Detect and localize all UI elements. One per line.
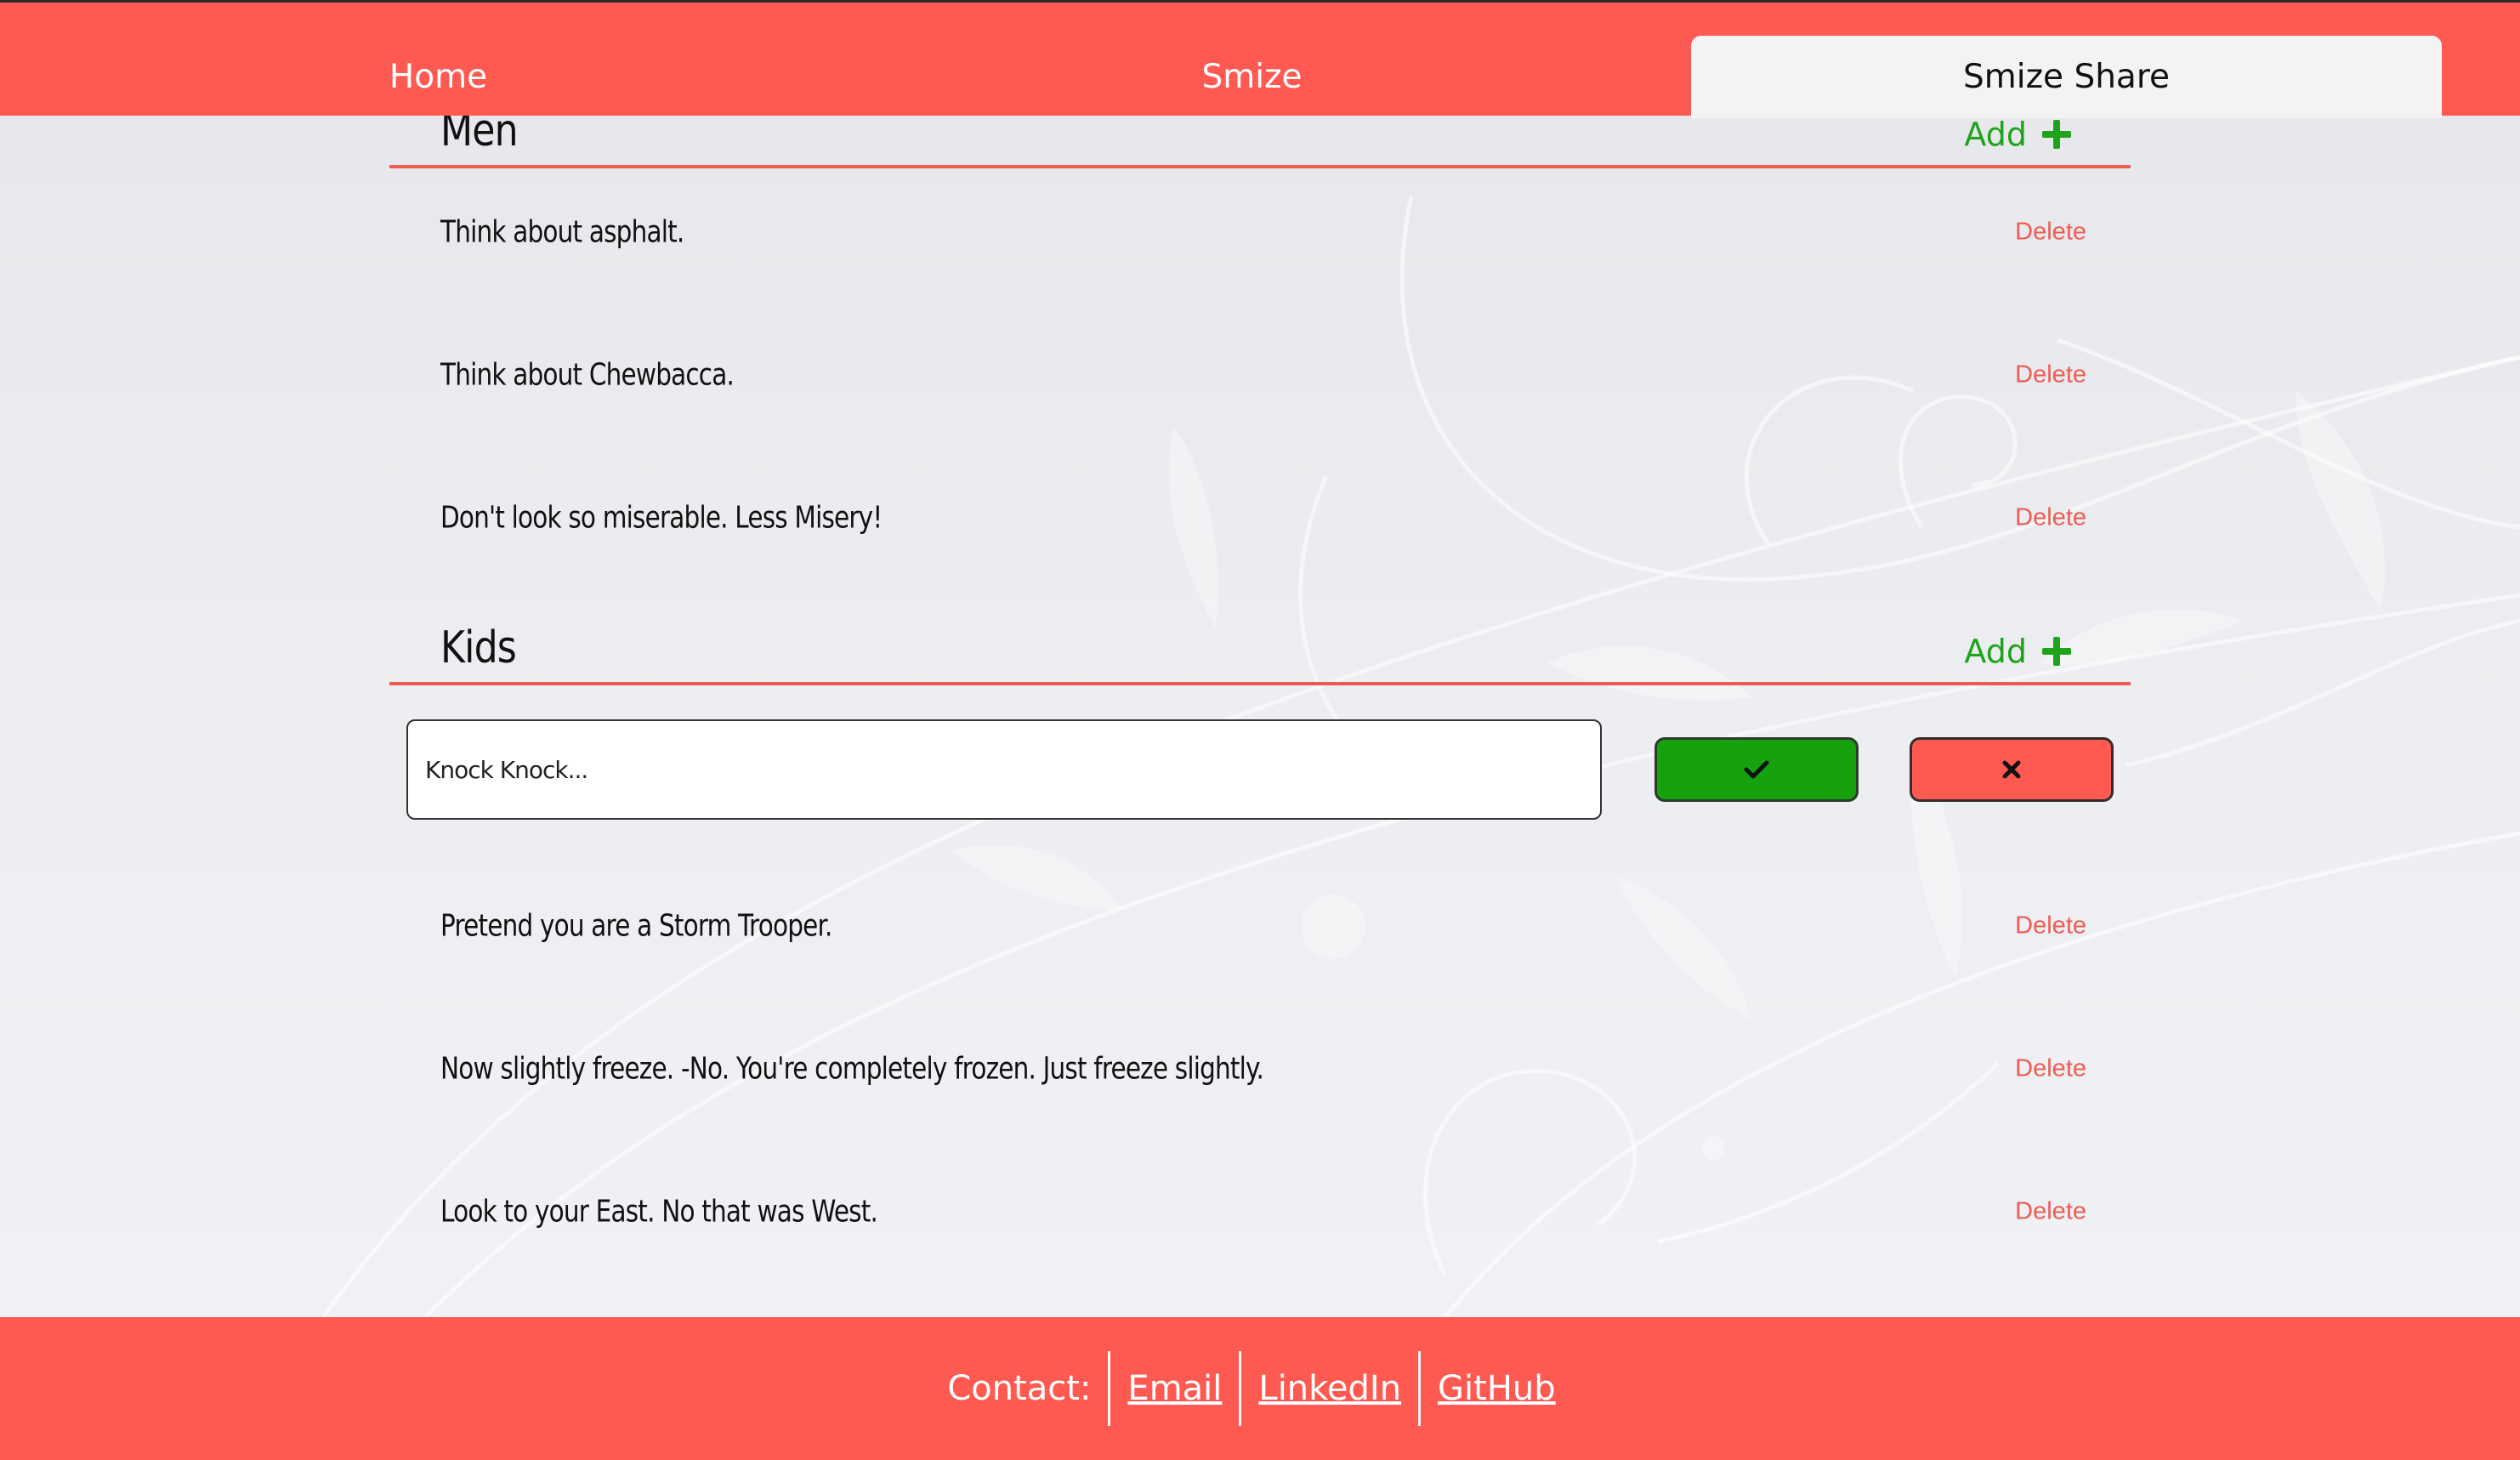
email-link[interactable]: Email: [1110, 1369, 1239, 1408]
item-text: Don't look so miserable. Less Misery!: [440, 500, 883, 536]
add-button-men[interactable]: Add: [1964, 116, 2071, 153]
footer: Contact: Email LinkedIn GitHub: [0, 1317, 2520, 1460]
add-label: Add: [1964, 116, 2027, 153]
list-item: Now slightly freeze. -No. You're complet…: [389, 1035, 2131, 1103]
item-text: Think about Chewbacca.: [440, 357, 735, 393]
footer-divider: [1239, 1351, 1242, 1426]
top-nav: Home Smize Smize Share: [0, 0, 2520, 118]
footer-divider: [1418, 1351, 1422, 1426]
plus-icon: [2042, 120, 2071, 149]
github-link[interactable]: GitHub: [1421, 1369, 1573, 1408]
confirm-button[interactable]: [1654, 737, 1859, 802]
item-text: Look to your East. No that was West.: [440, 1194, 878, 1230]
close-icon: [2002, 760, 2021, 779]
plus-icon: [2042, 637, 2071, 666]
list-item: Think about asphalt. Delete: [389, 198, 2131, 266]
list-item: Don't look so miserable. Less Misery! De…: [389, 484, 2131, 552]
tab-smize-share[interactable]: Smize Share: [1691, 36, 2442, 118]
list-item: Pretend you are a Storm Trooper. Delete: [389, 892, 2131, 960]
delete-button[interactable]: Delete: [2015, 1198, 2086, 1226]
tab-home[interactable]: Home: [63, 36, 814, 118]
item-text: Now slightly freeze. -No. You're complet…: [440, 1051, 1264, 1087]
contact-label: Contact:: [947, 1369, 1092, 1408]
list-item: Look to your East. No that was West. Del…: [389, 1178, 2131, 1246]
linkedin-link[interactable]: LinkedIn: [1241, 1369, 1418, 1408]
item-text: Think about asphalt.: [440, 214, 684, 250]
delete-button[interactable]: Delete: [2015, 504, 2086, 532]
add-button-kids[interactable]: Add: [1964, 633, 2071, 670]
add-label: Add: [1964, 633, 2027, 670]
section-title: Kids: [440, 622, 517, 673]
delete-button[interactable]: Delete: [2015, 1055, 2086, 1083]
footer-divider: [1108, 1351, 1111, 1426]
item-text: Pretend you are a Storm Trooper.: [440, 908, 832, 944]
delete-button[interactable]: Delete: [2015, 912, 2086, 940]
delete-button[interactable]: Delete: [2015, 219, 2086, 247]
section-header-kids: Kids Add: [389, 622, 2131, 685]
cancel-button[interactable]: [1910, 737, 2114, 802]
tab-smize[interactable]: Smize: [877, 36, 1627, 118]
delete-button[interactable]: Delete: [2015, 361, 2086, 389]
new-item-input[interactable]: [406, 719, 1602, 820]
list-item: Think about Chewbacca. Delete: [389, 341, 2131, 409]
check-icon: [1744, 760, 1769, 779]
